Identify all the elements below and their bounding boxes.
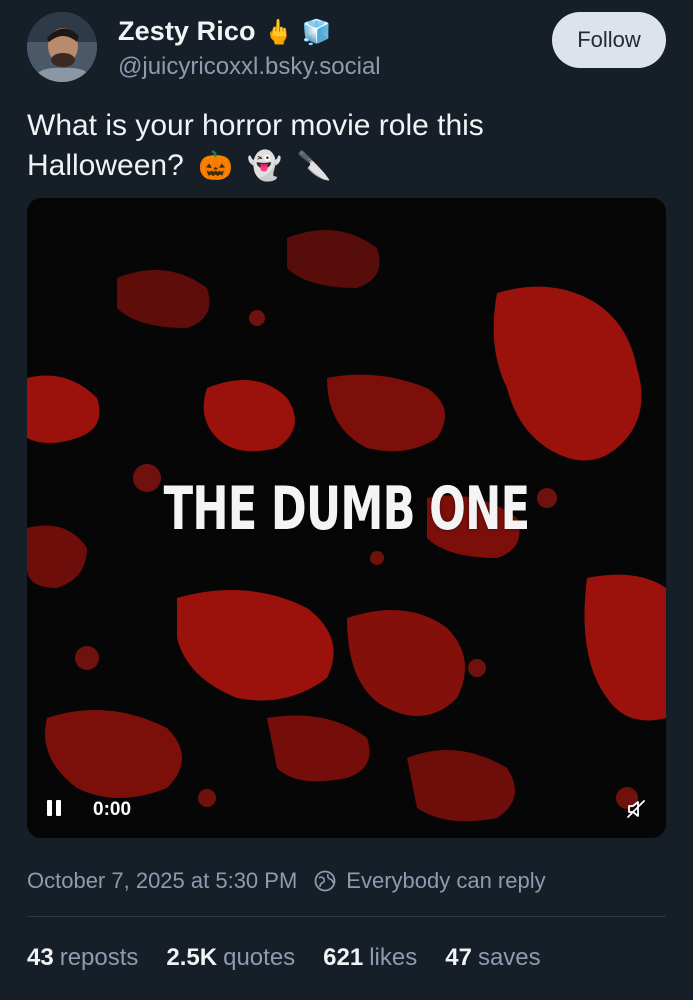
author-name-row[interactable]: Zesty Rico 🖕 🧊 bbox=[118, 16, 331, 47]
post-text: What is your horror movie role this Hall… bbox=[27, 106, 647, 186]
stat-label: quotes bbox=[223, 944, 296, 971]
stat-label: likes bbox=[369, 944, 418, 971]
stat-likes[interactable]: 621 likes bbox=[323, 944, 417, 972]
globe-icon bbox=[314, 870, 336, 892]
display-name[interactable]: Zesty Rico bbox=[118, 16, 256, 47]
stat-reposts[interactable]: 43 reposts bbox=[27, 944, 138, 972]
post-meta: October 7, 2025 at 5:30 PM Everybody can… bbox=[27, 868, 546, 894]
avatar-image bbox=[27, 12, 97, 82]
mute-icon[interactable] bbox=[625, 798, 647, 820]
video-player[interactable]: THE DUMB ONE 0:00 bbox=[27, 198, 666, 838]
stat-label: reposts bbox=[59, 944, 139, 971]
knife-emoji: 🔪 bbox=[296, 149, 332, 182]
divider bbox=[27, 916, 666, 917]
post-view: Zesty Rico 🖕 🧊 @juicyricoxxl.bsky.social… bbox=[0, 0, 693, 1000]
post-timestamp[interactable]: October 7, 2025 at 5:30 PM bbox=[27, 868, 297, 894]
stat-count: 47 bbox=[445, 944, 472, 971]
stat-saves[interactable]: 47 saves bbox=[445, 944, 540, 972]
stat-count: 621 bbox=[323, 944, 364, 971]
reply-setting[interactable]: Everybody can reply bbox=[346, 868, 545, 894]
video-overlay-title: THE DUMB ONE bbox=[163, 474, 531, 544]
pumpkin-emoji: 🎃 bbox=[198, 149, 233, 182]
video-time: 0:00 bbox=[93, 799, 132, 820]
engagement-stats: 43 reposts 2.5K quotes 621 likes 47 saves bbox=[27, 944, 569, 972]
stat-label: saves bbox=[477, 944, 541, 971]
avatar[interactable] bbox=[27, 12, 97, 82]
middle-finger-emoji: 🖕 bbox=[263, 17, 294, 46]
stat-quotes[interactable]: 2.5K quotes bbox=[166, 944, 295, 972]
stat-count: 43 bbox=[27, 944, 54, 971]
ghost-emoji: 👻 bbox=[247, 149, 283, 182]
ice-cube-emoji: 🧊 bbox=[301, 17, 332, 46]
follow-button[interactable]: Follow bbox=[552, 12, 666, 68]
pause-icon[interactable] bbox=[47, 800, 65, 820]
author-handle[interactable]: @juicyricoxxl.bsky.social bbox=[118, 53, 381, 81]
stat-count: 2.5K bbox=[166, 944, 218, 971]
